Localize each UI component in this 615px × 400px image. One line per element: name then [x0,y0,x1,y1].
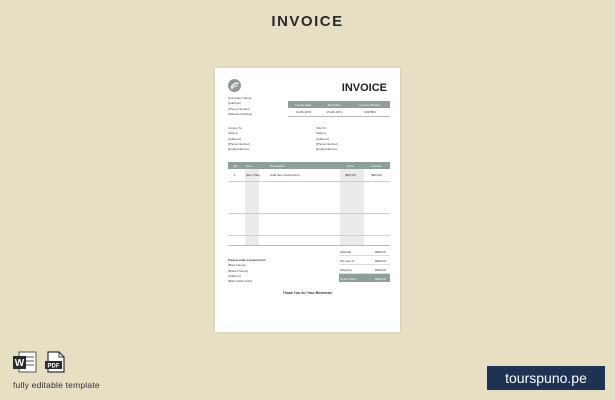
invoice-number-value: 1437864 [349,108,390,117]
payment-block: Please make a payment to: [Bank Name] [B… [228,258,266,284]
tax-row: Tax rate % $000.00 [339,256,390,265]
subtotal-value: $000.00 [375,249,386,254]
row-divider [228,235,390,236]
qty-header: Qty [233,164,238,168]
subtotal-row: Subtotal $000.00 [339,247,390,256]
row-description: [Add Item Description] [270,173,300,177]
row-price: [$00.00] [345,173,356,177]
invoice-number-header: Invoice Number [349,101,390,108]
word-icon-label: W [15,358,25,369]
items-table-header: Qty Item Description Price Amount [228,162,390,169]
tax-label: Tax rate % [340,258,355,263]
description-header: Description [270,164,286,168]
subtotal-label: Subtotal [340,249,352,254]
bank-swift-code: [Bank Swift Code] [228,279,252,284]
grand-total-value: $000.00 [375,276,386,281]
pdf-file-icon: PDF [44,351,66,378]
due-date-value: 25-04-1971 [318,108,350,117]
items-table: Qty Item Description Price Amount 1 [Ite… [228,162,390,246]
due-date-header: Due Date [318,101,350,108]
invoice-date-header: Invoice Date [288,101,319,108]
company-logo-icon [228,79,241,92]
item-header: Item [246,164,252,168]
ship-to-email: [Email Address] [316,147,337,152]
bill-to-email: [Email Address] [228,147,249,152]
row-item: [Item Title] [246,173,260,177]
amount-header: Amount [371,164,382,168]
shipping-value: $000.00 [375,267,386,272]
bill-to-block: Invoice To: [Name] [Address] [Phone Numb… [228,126,250,152]
invoice-date-value: 31-05-1970 [288,108,319,117]
row-divider [228,181,390,182]
word-file-icon: W [13,351,37,378]
tax-value: $000.00 [375,258,386,263]
row-amount: [$00.00] [371,173,382,177]
page-title: INVOICE [271,13,344,30]
invoice-sheet: INVOICE [Company Name] [Address] [Phone … [215,68,400,332]
company-website: [Website Address] [228,111,253,116]
editable-template-caption: fully editable template [13,380,100,390]
shipping-row: Shipping $000.00 [339,265,390,274]
price-header: Price [347,164,354,168]
thank-you-note: Thank You for Your Business! [282,291,333,295]
row-divider [228,213,390,214]
invoice-meta-table: Invoice Date Due Date Invoice Number 31-… [288,101,390,117]
totals-block: Subtotal $000.00 Tax rate % $000.00 Ship… [339,247,390,282]
brand-badge[interactable]: tourspuno.pe [487,366,605,390]
grand-total-row: Grand Total $000.00 [339,274,390,282]
row-qty: 1 [234,173,236,177]
shipping-label: Shipping [340,267,352,272]
company-details: [Company Name] [Address] [Phone Number] … [228,96,252,117]
pdf-icon-label: PDF [48,364,60,370]
invoice-title: INVOICE [341,82,387,94]
grand-total-label: Grand Total [340,276,356,281]
ship-to-block: Ship To: [Name] [Address] [Phone Number]… [316,126,338,152]
